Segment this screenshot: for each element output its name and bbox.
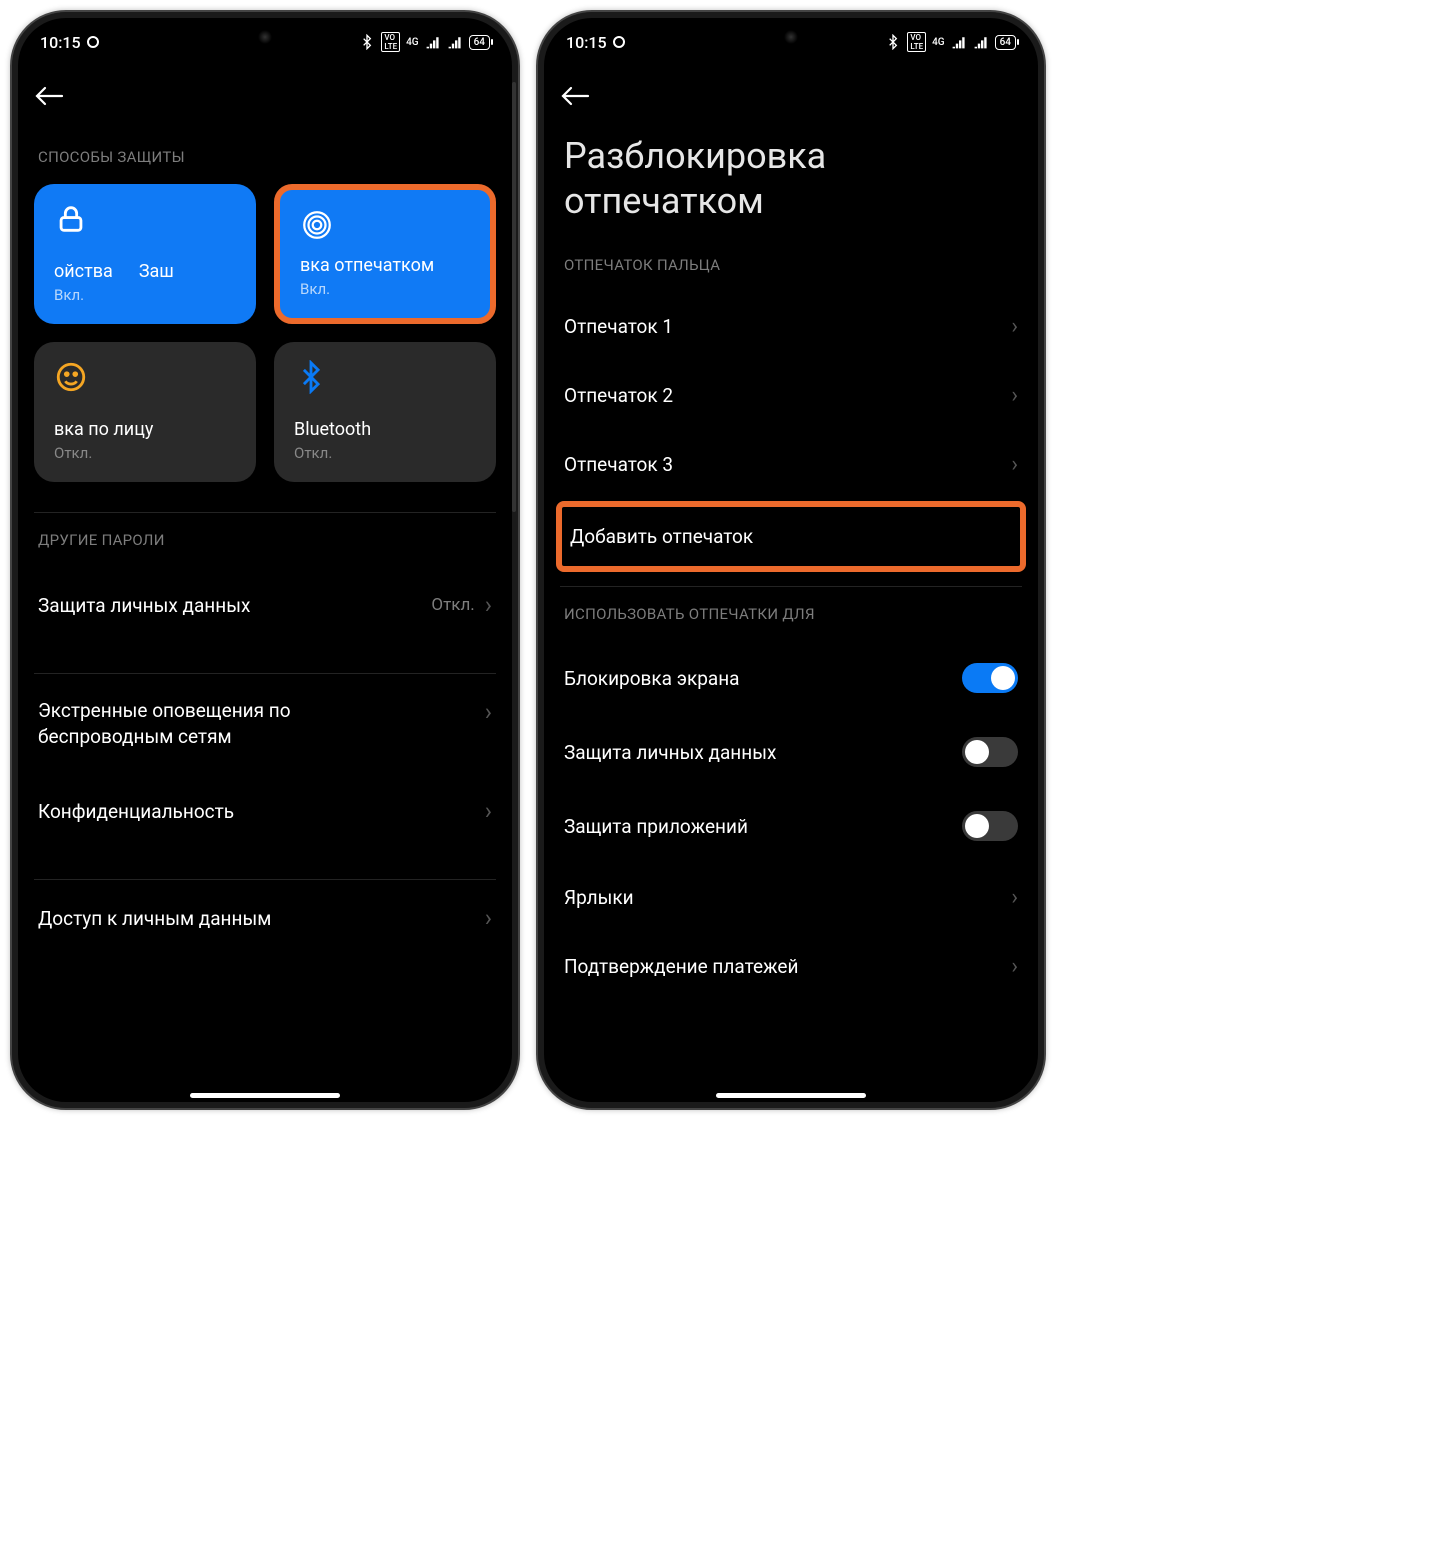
chevron-right-icon: › bbox=[1011, 885, 1018, 910]
status-ring-icon bbox=[87, 36, 99, 48]
tile-lock-status: Вкл. bbox=[54, 286, 236, 304]
home-indicator[interactable] bbox=[716, 1093, 866, 1098]
back-button[interactable] bbox=[560, 84, 590, 112]
volte-icon: VOLTE bbox=[907, 32, 926, 52]
tile-face[interactable]: вка по лицу Откл. bbox=[34, 342, 256, 482]
protection-tiles: ойства Заш Вкл. вка отпечатком Вкл. bbox=[34, 184, 496, 482]
row-emergency-label: Экстренные оповещения по беспроводным се… bbox=[38, 698, 398, 749]
tile-lock-title-b: Заш bbox=[139, 261, 174, 282]
row-shortcuts[interactable]: Ярлыки › bbox=[560, 863, 1022, 932]
section-use-label: ИСПОЛЬЗОВАТЬ ОТПЕЧАТКИ ДЛЯ bbox=[564, 605, 1022, 623]
battery-icon: 64 bbox=[469, 35, 490, 50]
row-payment-confirm[interactable]: Подтверждение платежей › bbox=[560, 932, 1022, 1001]
section-finger-label: ОТПЕЧАТОК ПАЛЬЦА bbox=[564, 256, 1022, 274]
tile-device-lock[interactable]: ойства Заш Вкл. bbox=[34, 184, 256, 324]
network-4g-icon: 4G bbox=[932, 37, 945, 48]
fingerprint-content: Разблокировка отпечатком ОТПЕЧАТОК ПАЛЬЦ… bbox=[538, 130, 1044, 1108]
signal-icon-2 bbox=[447, 34, 463, 50]
divider bbox=[560, 586, 1022, 587]
row-fingerprint-3[interactable]: Отпечаток 3 › bbox=[560, 430, 1022, 499]
toggle-apps[interactable] bbox=[962, 811, 1018, 841]
tile-finger-title: вка отпечатком bbox=[300, 255, 470, 276]
divider bbox=[34, 512, 496, 513]
row-use-private[interactable]: Защита личных данных bbox=[560, 715, 1022, 789]
fingerprint-2-label: Отпечаток 2 bbox=[564, 384, 673, 407]
status-ring-icon bbox=[613, 36, 625, 48]
volte-icon: VOLTE bbox=[381, 32, 400, 52]
row-data-access[interactable]: Доступ к личным данным › bbox=[34, 880, 496, 956]
shortcuts-label: Ярлыки bbox=[564, 886, 634, 909]
network-4g-icon: 4G bbox=[406, 37, 419, 48]
row-privacy-data[interactable]: Защита личных данных Откл. › bbox=[34, 567, 496, 643]
home-indicator[interactable] bbox=[190, 1093, 340, 1098]
chevron-right-icon: › bbox=[485, 591, 492, 619]
tile-fingerprint[interactable]: вка отпечатком Вкл. bbox=[274, 184, 496, 324]
bluetooth-icon bbox=[359, 34, 375, 50]
face-icon bbox=[54, 360, 88, 394]
add-fingerprint-label: Добавить отпечаток bbox=[570, 525, 753, 548]
nav-bar bbox=[538, 66, 1044, 130]
status-icons: VOLTE 4G 64 bbox=[885, 32, 1016, 52]
battery-icon: 64 bbox=[995, 35, 1016, 50]
row-conf-label: Конфиденциальность bbox=[38, 800, 234, 823]
phone-left: 10:15 VOLTE 4G 64 СПОСОБЫ ЗАЩИТЫ bbox=[10, 10, 520, 1110]
row-confidentiality[interactable]: Конфиденциальность › bbox=[34, 773, 496, 849]
tile-bt-title: Bluetooth bbox=[294, 419, 476, 440]
bluetooth-tile-icon bbox=[294, 360, 328, 394]
tile-face-status: Откл. bbox=[54, 444, 236, 462]
bluetooth-icon bbox=[885, 34, 901, 50]
row-add-fingerprint[interactable]: Добавить отпечаток bbox=[556, 501, 1026, 572]
tile-finger-status: Вкл. bbox=[300, 280, 470, 298]
settings-content: СПОСОБЫ ЗАЩИТЫ ойства Заш Вкл. bbox=[12, 130, 518, 1108]
lock-icon bbox=[54, 202, 88, 236]
use-private-label: Защита личных данных bbox=[564, 741, 776, 764]
camera-cutout bbox=[258, 30, 272, 44]
status-time: 10:15 bbox=[40, 33, 81, 52]
row-emergency[interactable]: Экстренные оповещения по беспроводным се… bbox=[34, 674, 496, 773]
tile-bt-status: Откл. bbox=[294, 444, 476, 462]
back-button[interactable] bbox=[34, 84, 64, 112]
use-lockscreen-label: Блокировка экрана bbox=[564, 667, 740, 690]
nav-bar bbox=[12, 66, 518, 130]
row-privacy-label: Защита личных данных bbox=[38, 594, 250, 617]
chevron-right-icon: › bbox=[485, 904, 492, 932]
row-use-lockscreen[interactable]: Блокировка экрана bbox=[560, 641, 1022, 715]
row-use-apps[interactable]: Защита приложений bbox=[560, 789, 1022, 863]
signal-icon-1 bbox=[425, 34, 441, 50]
chevron-right-icon: › bbox=[1011, 452, 1018, 477]
row-access-label: Доступ к личным данным bbox=[38, 907, 271, 930]
row-privacy-meta: Откл. bbox=[431, 595, 474, 615]
row-fingerprint-1[interactable]: Отпечаток 1 › bbox=[560, 292, 1022, 361]
row-fingerprint-2[interactable]: Отпечаток 2 › bbox=[560, 361, 1022, 430]
fingerprint-3-label: Отпечаток 3 bbox=[564, 453, 673, 476]
chevron-right-icon: › bbox=[1011, 383, 1018, 408]
tile-face-title: вка по лицу bbox=[54, 419, 236, 440]
chevron-right-icon: › bbox=[1011, 314, 1018, 339]
section-methods-label: СПОСОБЫ ЗАЩИТЫ bbox=[38, 148, 496, 166]
status-icons: VOLTE 4G 64 bbox=[359, 32, 490, 52]
scrollbar[interactable] bbox=[512, 82, 516, 512]
status-time: 10:15 bbox=[566, 33, 607, 52]
tile-lock-title-a: ойства bbox=[54, 261, 113, 282]
chevron-right-icon: › bbox=[485, 698, 492, 726]
toggle-private[interactable] bbox=[962, 737, 1018, 767]
signal-icon-2 bbox=[973, 34, 989, 50]
fingerprint-1-label: Отпечаток 1 bbox=[564, 315, 673, 338]
section-other-label: ДРУГИЕ ПАРОЛИ bbox=[38, 531, 496, 549]
chevron-right-icon: › bbox=[485, 797, 492, 825]
tile-bluetooth[interactable]: Bluetooth Откл. bbox=[274, 342, 496, 482]
page-title: Разблокировка отпечатком bbox=[560, 130, 1022, 238]
toggle-lockscreen[interactable] bbox=[962, 663, 1018, 693]
chevron-right-icon: › bbox=[1011, 954, 1018, 979]
camera-cutout bbox=[784, 30, 798, 44]
use-apps-label: Защита приложений bbox=[564, 815, 748, 838]
phone-right: 10:15 VOLTE 4G 64 Разблокировка отпечатк… bbox=[536, 10, 1046, 1110]
fingerprint-icon bbox=[300, 208, 334, 242]
payment-label: Подтверждение платежей bbox=[564, 955, 798, 978]
signal-icon-1 bbox=[951, 34, 967, 50]
